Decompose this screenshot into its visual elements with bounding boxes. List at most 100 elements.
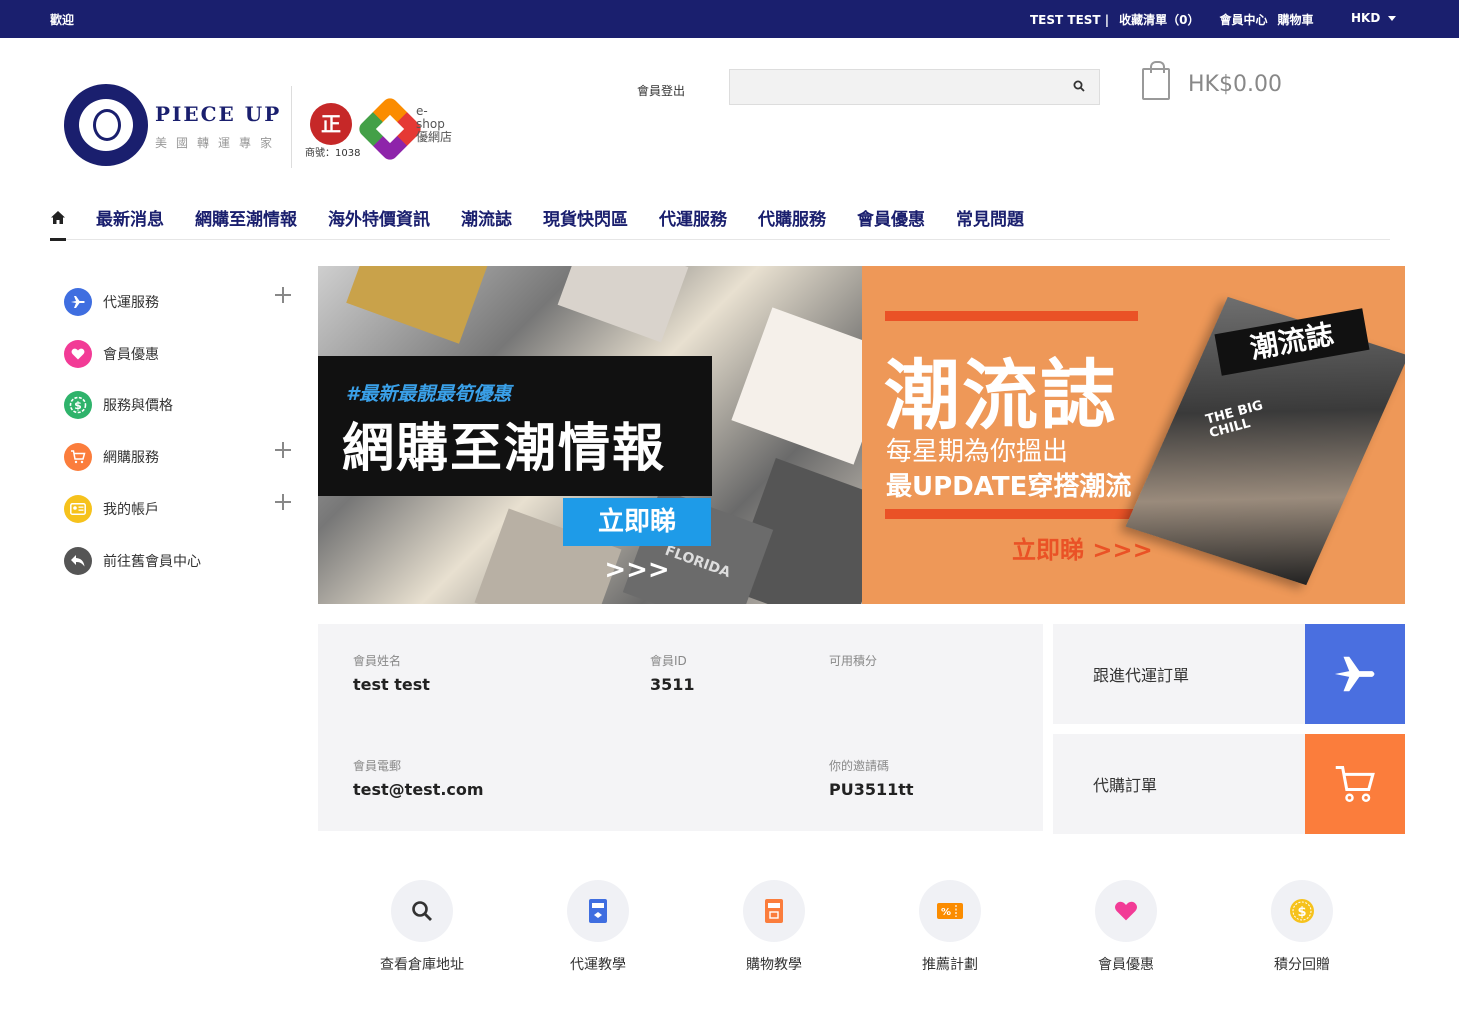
top-links: TEST TEST | 收藏清單（0） 會員中心 購物車 bbox=[1030, 11, 1324, 28]
search-icon bbox=[391, 880, 453, 942]
order-label: 代購訂單 bbox=[1093, 776, 1158, 795]
quick-link-points-rewards[interactable]: $ 積分回贈 bbox=[1242, 880, 1362, 974]
quick-link-label: 購物教學 bbox=[746, 957, 802, 973]
banner-subtitle-2: 最UPDATE穿搭潮流 bbox=[886, 472, 1132, 502]
banner-subtitle-1: 每星期為你搵出 bbox=[886, 437, 1069, 467]
invite-code-value: PU3511tt bbox=[829, 780, 914, 799]
cart-icon bbox=[64, 443, 92, 472]
header-cart[interactable]: HK$0.00 bbox=[1142, 61, 1282, 100]
nav-item-news[interactable]: 最新消息 bbox=[96, 205, 164, 230]
plane-icon bbox=[64, 287, 92, 316]
plane-icon bbox=[1305, 624, 1405, 724]
member-center-link[interactable]: 會員中心 bbox=[1220, 11, 1268, 28]
member-name-label: 會員姓名 bbox=[353, 654, 402, 668]
banner-title: 潮流誌 bbox=[884, 351, 1118, 440]
search-input[interactable] bbox=[729, 69, 1100, 105]
quick-link-shipping-guide[interactable]: 代運教學 bbox=[538, 880, 658, 974]
business-number: 商號：1038 bbox=[305, 148, 361, 159]
quick-link-warehouse-address[interactable]: 查看倉庫地址 bbox=[362, 880, 482, 974]
banner-product-photo bbox=[346, 266, 490, 344]
sidebar-item-shipping[interactable]: 代運服務 bbox=[64, 276, 304, 328]
quick-link-member-offers[interactable]: 會員優惠 bbox=[1066, 880, 1186, 974]
svg-text:$: $ bbox=[74, 399, 82, 412]
trend-info-banner[interactable]: FLORIDA #最新最靚最筍優惠 網購至潮情報 立即睇 >>> bbox=[318, 266, 862, 604]
purchase-orders-button[interactable]: 代購訂單 bbox=[1053, 734, 1405, 834]
nav-item-purchase-service[interactable]: 代購服務 bbox=[758, 205, 826, 230]
sidebar-item-my-account[interactable]: 我的帳戶 bbox=[64, 483, 304, 535]
member-email-label: 會員電郵 bbox=[353, 759, 402, 773]
shopping-bag-icon bbox=[1142, 61, 1170, 100]
expand-plus-icon[interactable] bbox=[275, 494, 291, 511]
quick-link-label: 積分回贈 bbox=[1274, 957, 1330, 973]
sidebar-item-pricing[interactable]: $ 服務與價格 bbox=[64, 380, 304, 432]
sidebar-item-label: 代運服務 bbox=[103, 294, 159, 311]
banner-tag: #最新最靚最筍優惠 bbox=[346, 383, 512, 405]
nav-item-flash-stock[interactable]: 現貨快閃區 bbox=[543, 205, 628, 230]
sidebar-item-label: 網購服務 bbox=[103, 450, 159, 467]
track-shipping-orders-button[interactable]: 跟進代運訂單 bbox=[1053, 624, 1405, 724]
member-info-panel: 會員姓名 test test 會員ID 3511 可用積分 會員電郵 test@… bbox=[318, 624, 1043, 831]
currency-value: HKD bbox=[1351, 11, 1381, 25]
sidebar: 代運服務 會員優惠 $ 服務與價格 網購服務 我的帳戶 前往舊會員中心 bbox=[64, 276, 304, 587]
banner-product-photo bbox=[731, 307, 862, 465]
sidebar-item-purchase-service[interactable]: 網購服務 bbox=[64, 431, 304, 483]
expand-plus-icon[interactable] bbox=[275, 287, 291, 303]
order-label: 跟進代運訂單 bbox=[1093, 666, 1190, 685]
sidebar-item-old-member-center[interactable]: 前往舊會員中心 bbox=[64, 535, 304, 587]
nav-divider bbox=[50, 239, 1390, 240]
svg-text:$: $ bbox=[1297, 905, 1306, 920]
welcome-text: 歡迎 bbox=[50, 13, 75, 27]
nav-item-shipping-service[interactable]: 代運服務 bbox=[659, 205, 727, 230]
nav-item-faq[interactable]: 常見問題 bbox=[956, 205, 1024, 230]
member-id-label: 會員ID bbox=[650, 654, 687, 668]
heart-icon bbox=[64, 339, 92, 368]
chevron-down-icon bbox=[1388, 15, 1397, 21]
site-logo[interactable]: PIECE UP 美國轉運專家 bbox=[64, 84, 284, 168]
banner-title: 網購至潮情報 bbox=[342, 419, 667, 479]
nav-item-trend-info[interactable]: 網購至潮情報 bbox=[195, 205, 297, 230]
quick-link-shopping-guide[interactable]: 購物教學 bbox=[714, 880, 834, 974]
search-icon[interactable] bbox=[1073, 80, 1085, 92]
member-name-value: test test bbox=[353, 675, 430, 694]
coin-icon: $ bbox=[1271, 880, 1333, 942]
cart-link[interactable]: 購物車 bbox=[1278, 11, 1314, 28]
user-link[interactable]: TEST TEST | bbox=[1030, 13, 1109, 27]
logo-emblem-icon bbox=[64, 84, 148, 166]
back-arrow-icon bbox=[64, 546, 92, 575]
invite-code-label: 你的邀請碼 bbox=[829, 759, 890, 773]
nav-item-magazine[interactable]: 潮流誌 bbox=[461, 205, 512, 230]
shopping-guide-icon bbox=[743, 880, 805, 942]
magazine-banner[interactable]: 潮流誌 每星期為你搵出 最UPDATE穿搭潮流 立即睇 >>> 潮流誌 THE … bbox=[862, 266, 1405, 604]
referral-ticket-icon: % bbox=[919, 880, 981, 942]
banner-accent-bar bbox=[885, 509, 1138, 519]
nav-item-member-offers[interactable]: 會員優惠 bbox=[857, 205, 925, 230]
cart-icon bbox=[1305, 734, 1405, 834]
banner-cta-button[interactable]: 立即睇 >>> bbox=[1012, 530, 1153, 565]
sidebar-item-label: 我的帳戶 bbox=[103, 502, 159, 519]
member-email-value: test@test.com bbox=[353, 780, 484, 799]
quick-link-label: 會員優惠 bbox=[1098, 957, 1154, 973]
member-id-value: 3511 bbox=[650, 675, 695, 694]
nav-item-overseas-deals[interactable]: 海外特價資訊 bbox=[328, 205, 430, 230]
banner-product-photo bbox=[557, 266, 689, 343]
dollar-icon: $ bbox=[64, 391, 92, 420]
points-label: 可用積分 bbox=[829, 654, 878, 668]
expand-plus-icon[interactable] bbox=[275, 442, 291, 459]
certified-badge: 正 bbox=[310, 103, 352, 145]
logout-link[interactable]: 會員登出 bbox=[637, 82, 685, 99]
quick-link-label: 代運教學 bbox=[570, 957, 626, 973]
currency-select[interactable]: HKD bbox=[1351, 11, 1397, 25]
logo-title: PIECE UP bbox=[155, 102, 282, 126]
wishlist-link[interactable]: 收藏清單（0） bbox=[1119, 11, 1199, 28]
logo-subtitle: 美國轉運專家 bbox=[155, 136, 282, 150]
eshop-award-badge: e-shop 優網店 bbox=[356, 95, 456, 163]
home-icon[interactable] bbox=[50, 210, 66, 226]
banner-cta-button[interactable]: 立即睇 >>> bbox=[563, 498, 711, 585]
sidebar-item-member-offers[interactable]: 會員優惠 bbox=[64, 328, 304, 380]
quick-link-referral-program[interactable]: % 推薦計劃 bbox=[890, 880, 1010, 974]
header-divider bbox=[291, 86, 292, 168]
top-bar: 歡迎 TEST TEST | 收藏清單（0） 會員中心 購物車 HKD bbox=[0, 0, 1459, 38]
cart-amount: HK$0.00 bbox=[1188, 71, 1282, 97]
shipping-guide-icon bbox=[567, 880, 629, 942]
quick-link-label: 推薦計劃 bbox=[922, 957, 978, 973]
